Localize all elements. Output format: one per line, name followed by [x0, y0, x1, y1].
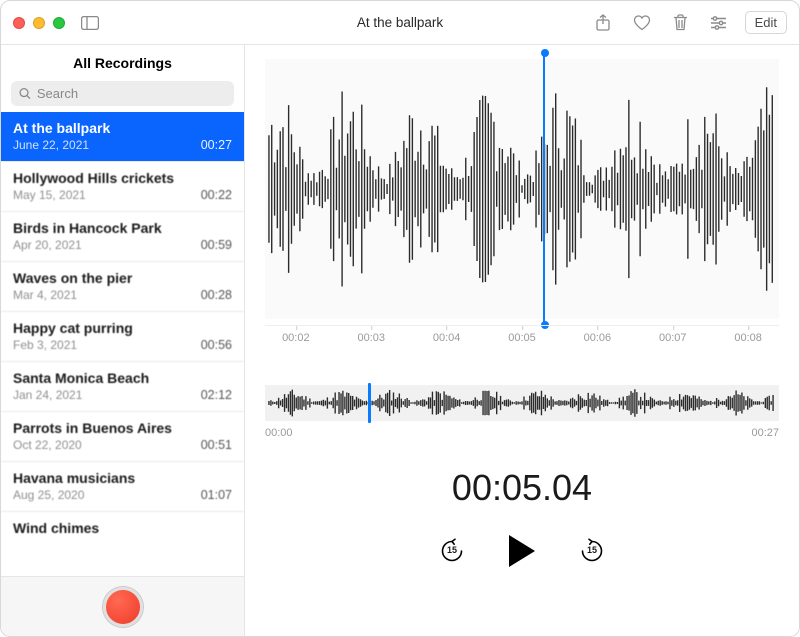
time-tick: 00:08	[734, 332, 762, 344]
search-input[interactable]	[37, 86, 226, 101]
recordings-list[interactable]: At the ballpark June 22, 2021 00:27Holly…	[1, 112, 244, 576]
recording-title: Wind chimes	[13, 520, 232, 536]
recording-row[interactable]: Wind chimes	[1, 512, 244, 541]
editor-pane: 00:02 00:03 00:04 00:05 00:06 00:07 00:08 00:0…	[245, 45, 799, 636]
record-button[interactable]	[103, 587, 143, 627]
recording-title: Havana musicians	[13, 470, 232, 486]
close-window-button[interactable]	[13, 17, 25, 29]
recording-date: Mar 4, 2021	[13, 288, 77, 302]
time-tick: 00:04	[433, 332, 461, 344]
time-ruler: 00:02 00:03 00:04 00:05 00:06 00:07 00:08	[265, 325, 779, 351]
play-button[interactable]	[509, 535, 535, 567]
recording-date: Jan 24, 2021	[13, 388, 82, 402]
recording-duration: 00:22	[201, 188, 232, 202]
time-tick: 00:05	[508, 332, 536, 344]
recording-date: Oct 22, 2020	[13, 438, 82, 452]
delete-button[interactable]	[669, 12, 692, 33]
recording-title: Hollywood Hills crickets	[13, 170, 232, 186]
sidebar-icon	[81, 16, 99, 30]
overview-playhead[interactable]	[368, 383, 371, 423]
time-tick: 00:03	[357, 332, 385, 344]
time-tick: 00:07	[659, 332, 687, 344]
timecode: 00:05.04	[265, 467, 779, 509]
recording-title: At the ballpark	[13, 120, 232, 136]
trash-icon	[673, 14, 688, 31]
skip-back-button[interactable]: 15	[439, 538, 465, 564]
sidebar-toggle-button[interactable]	[81, 16, 99, 30]
recording-row[interactable]: Parrots in Buenos Aires Oct 22, 2020 00:…	[1, 412, 244, 462]
recording-row[interactable]: Hollywood Hills crickets May 15, 2021 00…	[1, 162, 244, 212]
favorite-button[interactable]	[629, 13, 655, 33]
heart-icon	[633, 15, 651, 31]
overview-start-time: 00:00	[265, 427, 293, 439]
app-window: At the ballpark	[0, 0, 800, 637]
play-icon	[509, 535, 535, 567]
sliders-icon	[710, 16, 727, 30]
recording-row[interactable]: Waves on the pier Mar 4, 2021 00:28	[1, 262, 244, 312]
recording-duration: 01:07	[201, 488, 232, 502]
recording-row[interactable]: Havana musicians Aug 25, 2020 01:07	[1, 462, 244, 512]
search-icon	[19, 87, 31, 100]
recording-date: Apr 20, 2021	[13, 238, 82, 252]
recording-title: Parrots in Buenos Aires	[13, 420, 232, 436]
recording-date: May 15, 2021	[13, 188, 86, 202]
share-button[interactable]	[591, 12, 615, 34]
options-button[interactable]	[706, 14, 731, 32]
recording-duration: 00:28	[201, 288, 232, 302]
sidebar: All Recordings At the ballpark June 22, …	[1, 45, 245, 636]
search-field[interactable]	[11, 81, 234, 106]
waveform-detail[interactable]	[265, 59, 779, 319]
recording-duration: 00:56	[201, 338, 232, 352]
recording-title: Happy cat purring	[13, 320, 232, 336]
recording-duration: 00:51	[201, 438, 232, 452]
toolbar: Edit	[591, 11, 787, 34]
recording-title: Birds in Hancock Park	[13, 220, 232, 236]
time-tick: 00:02	[282, 332, 310, 344]
recording-title: Waves on the pier	[13, 270, 232, 286]
share-icon	[595, 14, 611, 32]
recording-date: Aug 25, 2020	[13, 488, 84, 502]
time-tick: 00:06	[584, 332, 612, 344]
minimize-window-button[interactable]	[33, 17, 45, 29]
overview-end-time: 00:27	[751, 427, 779, 439]
recording-date: Feb 3, 2021	[13, 338, 77, 352]
recording-row[interactable]: Birds in Hancock Park Apr 20, 2021 00:59	[1, 212, 244, 262]
sidebar-footer	[1, 576, 244, 636]
recording-duration: 00:27	[201, 138, 232, 152]
recording-date: June 22, 2021	[13, 138, 89, 152]
edit-button[interactable]: Edit	[745, 11, 787, 34]
overview-labels: 00:00 00:27	[265, 427, 779, 439]
recording-row[interactable]: At the ballpark June 22, 2021 00:27	[1, 112, 244, 162]
maximize-window-button[interactable]	[53, 17, 65, 29]
recording-duration: 00:59	[201, 238, 232, 252]
waveform-overview-section: 00:00 00:27	[265, 385, 779, 439]
sidebar-title: All Recordings	[1, 45, 244, 81]
window-controls	[13, 17, 65, 29]
titlebar: At the ballpark	[1, 1, 799, 45]
recording-title: Santa Monica Beach	[13, 370, 232, 386]
skip-back-label: 15	[447, 545, 457, 555]
playback-controls: 15 15	[265, 535, 779, 567]
recording-row[interactable]: Happy cat purring Feb 3, 2021 00:56	[1, 312, 244, 362]
recording-duration: 02:12	[201, 388, 232, 402]
skip-forward-label: 15	[587, 545, 597, 555]
skip-forward-button[interactable]: 15	[579, 538, 605, 564]
recording-row[interactable]: Santa Monica Beach Jan 24, 2021 02:12	[1, 362, 244, 412]
playhead[interactable]	[543, 53, 545, 325]
waveform-overview[interactable]	[265, 385, 779, 421]
